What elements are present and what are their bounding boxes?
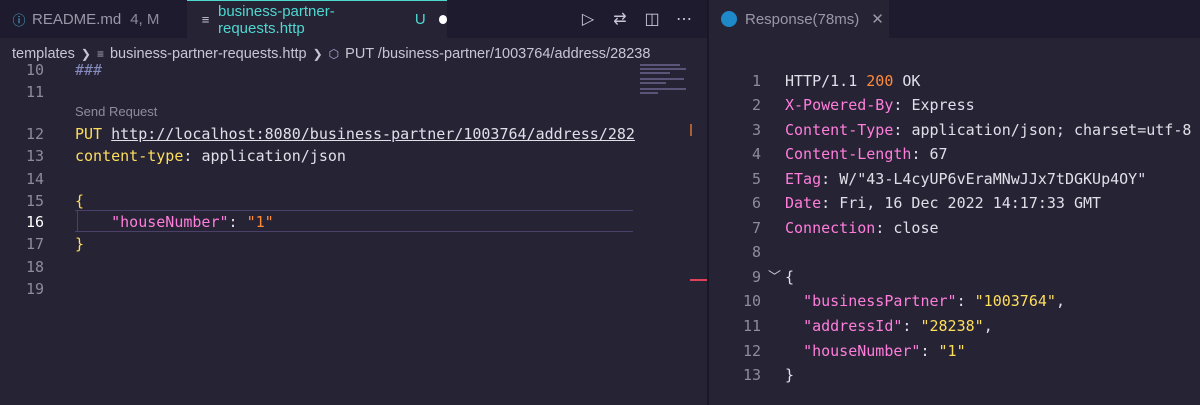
rest-client-logo-icon <box>721 11 737 27</box>
code-line: 18 <box>0 255 640 279</box>
response-json: "houseNumber": "1" <box>803 342 966 360</box>
line-number: 13 <box>25 147 44 165</box>
code-line: 19 <box>0 277 640 301</box>
code-text: } <box>75 235 85 253</box>
editor-pane: ⓘ README.md 4, M ≡ business-partner-requ… <box>0 0 707 405</box>
run-icon[interactable]: ▷ <box>579 9 597 29</box>
response-line: 9 ﹀ { <box>709 265 1200 289</box>
response-line: 7 Connection: close <box>709 216 1200 240</box>
response-pane: Response(78ms) ✕ 1 HTTP/1.1 200 OK 2 X-P… <box>709 0 1200 405</box>
close-icon[interactable]: ✕ <box>871 10 884 28</box>
compare-changes-icon[interactable]: ⇄ <box>611 9 629 29</box>
line-number: 13 <box>742 366 761 384</box>
code-text: ### <box>75 61 103 79</box>
code-line: 17 } <box>0 232 640 256</box>
line-number: 9 <box>751 268 761 286</box>
response-text: HTTP/1.1 200 OK <box>785 72 921 90</box>
response-line: 12 "houseNumber": "1" <box>709 339 1200 363</box>
code-line: 11 <box>0 80 640 104</box>
info-icon: ⓘ <box>12 12 26 28</box>
response-line: 3 Content-Type: application/json; charse… <box>709 118 1200 142</box>
line-number: 12 <box>25 125 44 143</box>
scrollbar-marker <box>690 124 692 136</box>
line-number: 17 <box>25 235 44 253</box>
split-editor-icon[interactable]: ◫ <box>643 9 661 29</box>
response-tab-bar: Response(78ms) ✕ <box>709 0 1200 38</box>
line-number: 4 <box>751 145 761 163</box>
tab-label: Response(78ms) <box>745 10 860 28</box>
status-code: 200 <box>866 72 894 90</box>
line-number: 18 <box>25 258 44 276</box>
tab-readme[interactable]: ⓘ README.md 4, M <box>0 0 188 38</box>
line-number: 7 <box>751 219 761 237</box>
tab-response[interactable]: Response(78ms) ✕ <box>709 0 889 38</box>
line-number: 10 <box>25 61 44 79</box>
code-text: content-type: application/json <box>75 147 346 165</box>
scrollbar-error-marker <box>690 279 707 281</box>
response-line: 6 Date: Fri, 16 Dec 2022 14:17:33 GMT <box>709 191 1200 215</box>
tab-label: business-partner-requests.http <box>218 2 335 37</box>
response-line: 2 X-Powered-By: Express <box>709 93 1200 117</box>
header-value: application/json <box>201 147 346 165</box>
response-line: 11 "addressId": "28238", <box>709 314 1200 338</box>
editor-tab-bar: ⓘ README.md 4, M ≡ business-partner-requ… <box>0 0 707 38</box>
more-actions-icon[interactable]: ⋯ <box>675 9 693 29</box>
code-line: 14 <box>0 167 640 191</box>
tab-badge: U <box>414 11 426 28</box>
line-number: 16 <box>25 213 44 231</box>
line-number: 14 <box>25 170 44 188</box>
response-text: } <box>785 366 795 384</box>
response-json: "addressId": "28238", <box>803 317 993 335</box>
line-number: 10 <box>742 292 761 310</box>
response-line: 8 <box>709 240 1200 264</box>
request-url[interactable]: http://localhost:8080/business-partner/1… <box>111 125 635 143</box>
tab-badge: 4, M <box>130 10 160 28</box>
unsaved-dot-icon[interactable] <box>438 15 448 24</box>
line-number: 11 <box>742 317 761 335</box>
code-line: 13 content-type: application/json <box>0 144 640 168</box>
line-number: 8 <box>751 243 761 261</box>
code-line: 12 PUT http://localhost:8080/business-pa… <box>0 122 640 146</box>
tab-label: README.md <box>32 10 122 28</box>
fold-chevron-icon[interactable]: ﹀ <box>768 265 781 289</box>
line-number: 19 <box>25 280 44 298</box>
line-number: 2 <box>751 96 761 114</box>
response-text: { <box>785 268 795 286</box>
json-key: "houseNumber" <box>111 213 229 231</box>
editor-toolbar: ▷ ⇄ ◫ ⋯ <box>579 0 693 38</box>
response-header: Date: Fri, 16 Dec 2022 14:17:33 GMT <box>785 194 1102 212</box>
response-json: "businessPartner": "1003764", <box>803 292 1065 310</box>
line-number: 3 <box>751 121 761 139</box>
code-line: 16 "houseNumber": "1" <box>0 210 640 234</box>
response-header: Content-Length: 67 <box>785 145 948 163</box>
line-number: 11 <box>25 83 44 101</box>
response-line: 4 Content-Length: 67 <box>709 142 1200 166</box>
header-key: content-type <box>75 147 184 165</box>
response-header: Content-Type: application/json; charset=… <box>785 121 1192 139</box>
tab-business-partner-requests[interactable]: ≡ business-partner-requests.http U <box>187 0 448 38</box>
send-request-codelens[interactable]: Send Request <box>75 104 157 119</box>
json-value: "1" <box>246 213 274 231</box>
line-number: 5 <box>751 170 761 188</box>
line-number: 6 <box>751 194 761 212</box>
response-header: Connection: close <box>785 219 939 237</box>
response-line: 10 "businessPartner": "1003764", <box>709 289 1200 313</box>
response-header: X-Powered-By: Express <box>785 96 975 114</box>
response-line: 5 ETag: W/"43-L4cyUP6vEraMNwJJx7tDGKUp4O… <box>709 167 1200 191</box>
response-line: 1 HTTP/1.1 200 OK <box>709 69 1200 93</box>
line-number: 12 <box>742 342 761 360</box>
code-text: "houseNumber": "1" <box>111 213 274 231</box>
code-text: PUT http://localhost:8080/business-partn… <box>75 122 635 146</box>
http-method: PUT <box>75 125 103 143</box>
code-line: 10 ### <box>0 58 640 82</box>
minimap[interactable] <box>640 62 690 102</box>
response-line: 13 } <box>709 363 1200 387</box>
lines-icon: ≡ <box>201 12 210 27</box>
response-header: ETag: W/"43-L4cyUP6vEraMNwJJx7tDGKUp4OY" <box>785 170 1147 188</box>
line-number: 1 <box>751 72 761 90</box>
